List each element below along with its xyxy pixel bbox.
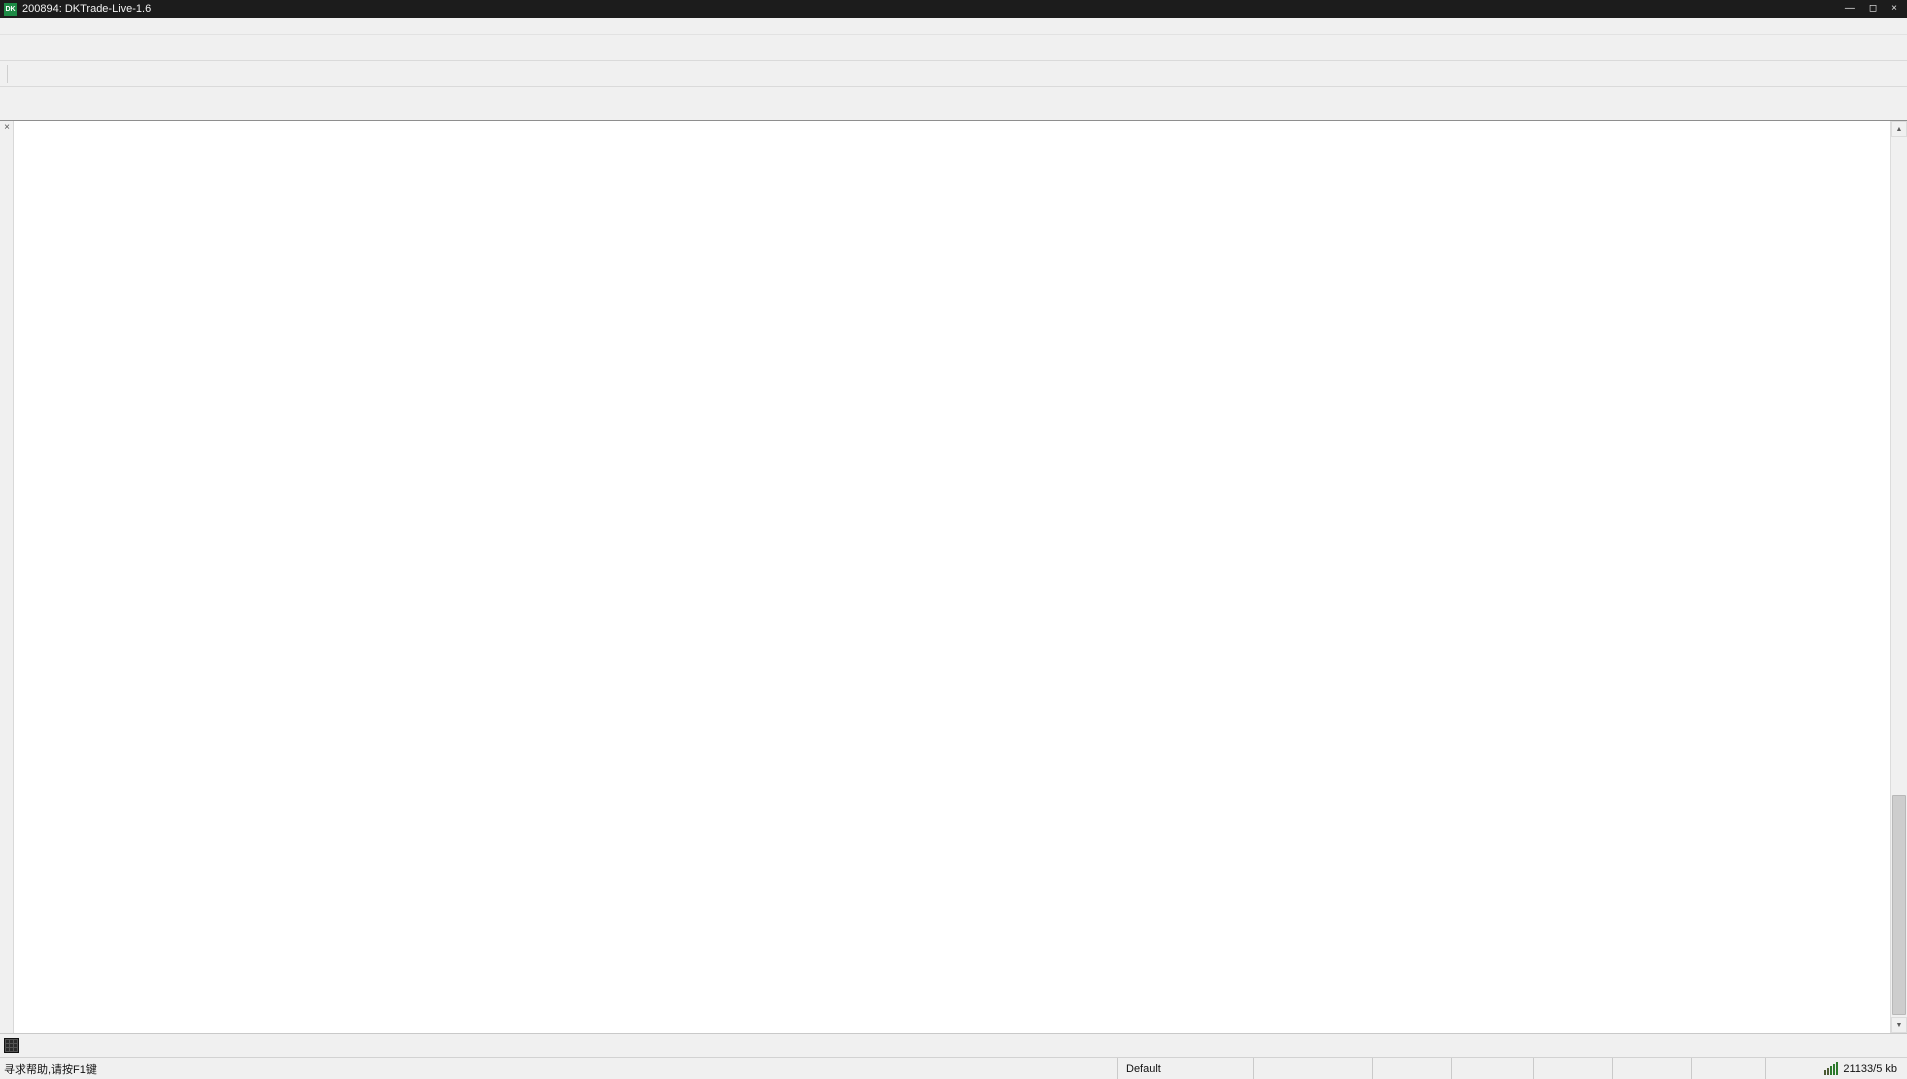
toolbar-standard [0, 35, 1907, 61]
status-connection: 21133/5 kb [1766, 1058, 1907, 1079]
chart-tab-bar [0, 87, 1907, 121]
status-section [1373, 1058, 1452, 1079]
minimize-icon[interactable]: — [1845, 0, 1855, 18]
status-section [1534, 1058, 1613, 1079]
vertical-scrollbar[interactable]: ▲ ▼ [1890, 121, 1907, 1033]
account-history-panel: × ▲ ▼ [0, 121, 1907, 1033]
app-icon: DK [4, 3, 17, 16]
terminal-grid-icon [4, 1038, 19, 1053]
connection-bars-icon [1824, 1062, 1838, 1075]
status-bar: 寻求帮助,请按F1键 Default 21133/5 kb [0, 1057, 1907, 1079]
status-section [1254, 1058, 1373, 1079]
window-title: 200894: DKTrade-Live-1.6 [22, 3, 151, 15]
title-bar: DK 200894: DKTrade-Live-1.6 — ◻ × [0, 0, 1907, 18]
status-section [1452, 1058, 1534, 1079]
scrollbar-thumb[interactable] [1892, 795, 1906, 1015]
window-controls: — ◻ × [1845, 0, 1903, 18]
status-section [1613, 1058, 1692, 1079]
menu-bar [0, 18, 1907, 35]
status-profile[interactable]: Default [1118, 1058, 1254, 1079]
table-body [14, 145, 1890, 1033]
toolbar-separator [7, 65, 8, 83]
mt4-window: DK 200894: DKTrade-Live-1.6 — ◻ × × ▲ ▼ [0, 0, 1907, 1079]
toolbar-tools [0, 61, 1907, 87]
panel-gutter [0, 121, 14, 1033]
scroll-down-icon[interactable]: ▼ [1891, 1017, 1907, 1033]
connection-traffic: 21133/5 kb [1843, 1063, 1897, 1075]
maximize-icon[interactable]: ◻ [1869, 0, 1877, 18]
scroll-up-icon[interactable]: ▲ [1891, 121, 1907, 137]
status-help-text: 寻求帮助,请按F1键 [0, 1058, 1118, 1079]
scrollbar-track[interactable] [1891, 137, 1907, 1017]
panel-close-icon[interactable]: × [1, 123, 13, 135]
close-icon[interactable]: × [1891, 0, 1897, 18]
terminal-tab-bar [0, 1033, 1907, 1057]
status-section [1692, 1058, 1766, 1079]
